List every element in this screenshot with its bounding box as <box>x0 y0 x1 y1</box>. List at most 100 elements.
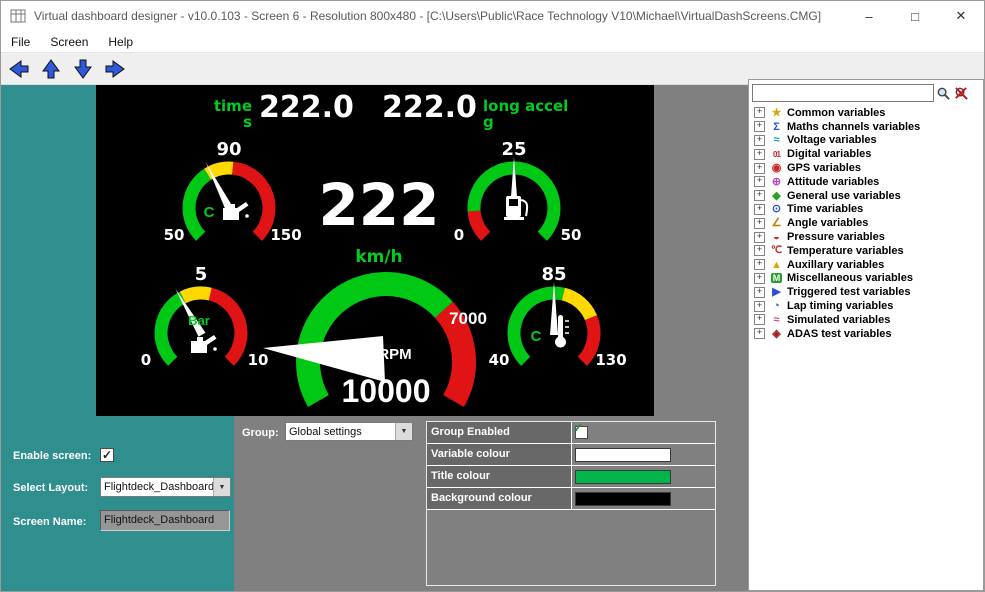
expand-icon[interactable] <box>754 190 765 201</box>
expand-icon[interactable] <box>754 287 765 298</box>
rpm-marker: 7000 <box>449 309 487 328</box>
dashboard-preview[interactable]: time s 222.0 222.0 long accel g 222 km/h… <box>96 85 654 416</box>
tree-item-attitude[interactable]: Attitude variables <box>754 175 981 189</box>
search-button[interactable] <box>934 84 952 102</box>
search-icon <box>936 86 951 101</box>
arrow-left-icon <box>7 57 31 81</box>
pressure-icon <box>769 231 784 243</box>
layout-dropdown[interactable]: Flightdeck_Dashboard <box>100 477 231 497</box>
time-icon <box>769 203 784 215</box>
expand-icon[interactable] <box>754 245 765 256</box>
tree-item-adas-test[interactable]: ADAS test variables <box>754 327 981 341</box>
app-window: Virtual dashboard designer - v10.0.103 -… <box>0 0 985 592</box>
property-row-title-colour: Title colour <box>427 466 715 488</box>
expand-icon[interactable] <box>754 218 765 229</box>
miscellaneous-icon <box>769 272 784 284</box>
time-label: time s <box>196 98 252 130</box>
expand-icon[interactable] <box>754 301 765 312</box>
arrow-down-icon <box>71 57 95 81</box>
menu-help[interactable]: Help <box>98 35 143 49</box>
property-value <box>572 422 715 443</box>
property-value <box>572 466 715 487</box>
general-use-icon <box>769 190 784 202</box>
tree-item-simulated[interactable]: Simulated variables <box>754 313 981 327</box>
property-name: Background colour <box>427 488 572 509</box>
expand-icon[interactable] <box>754 259 765 270</box>
group-enabled-checkbox[interactable] <box>575 426 588 439</box>
tree-item-maths[interactable]: Maths channels variables <box>754 120 981 134</box>
expand-icon[interactable] <box>754 149 765 160</box>
search-input[interactable] <box>752 84 934 102</box>
accel-value: 222.0 <box>382 90 476 125</box>
tree-item-voltage[interactable]: Voltage variables <box>754 134 981 148</box>
tree-item-digital[interactable]: Digital variables <box>754 147 981 161</box>
variables-panel: Common variables Maths channels variable… <box>748 79 984 591</box>
expand-icon[interactable] <box>754 232 765 243</box>
voltage-icon <box>769 134 784 146</box>
nav-right-button[interactable] <box>101 55 129 83</box>
title-colour-swatch[interactable] <box>575 470 671 484</box>
menu-file[interactable]: File <box>1 35 40 49</box>
chevron-down-icon[interactable] <box>213 478 230 496</box>
app-icon <box>10 8 26 24</box>
expand-icon[interactable] <box>754 204 765 215</box>
tree-item-miscellaneous[interactable]: Miscellaneous variables <box>754 272 981 286</box>
nav-up-button[interactable] <box>37 55 65 83</box>
group-label: Group: <box>242 427 279 439</box>
select-layout-label: Select Layout: <box>13 482 88 494</box>
tree-item-lap-timing[interactable]: Lap timing variables <box>754 299 981 313</box>
tree-item-auxillary[interactable]: Auxillary variables <box>754 258 981 272</box>
tree-item-label: ADAS test variables <box>787 328 892 340</box>
background-colour-swatch[interactable] <box>575 492 671 506</box>
gps-icon <box>769 162 784 174</box>
tree-item-temperature[interactable]: Temperature variables <box>754 244 981 258</box>
maximize-button[interactable]: □ <box>892 1 938 31</box>
nav-down-button[interactable] <box>69 55 97 83</box>
expand-icon[interactable] <box>754 107 765 118</box>
tree-item-pressure[interactable]: Pressure variables <box>754 230 981 244</box>
auxillary-icon <box>769 259 784 271</box>
chevron-down-icon[interactable] <box>395 423 412 440</box>
expand-icon[interactable] <box>754 273 765 284</box>
variable-colour-swatch[interactable] <box>575 448 671 462</box>
expand-icon[interactable] <box>754 135 765 146</box>
tree-item-triggered-test[interactable]: Triggered test variables <box>754 285 981 299</box>
accel-label: long accel g <box>483 98 573 130</box>
attitude-icon <box>769 176 784 188</box>
enable-screen-checkbox[interactable] <box>100 448 114 462</box>
maths-channels-icon <box>769 121 784 133</box>
tree-item-angle[interactable]: Angle variables <box>754 216 981 230</box>
expand-icon[interactable] <box>754 176 765 187</box>
minimize-button[interactable]: – <box>846 1 892 31</box>
tree-item-label: Temperature variables <box>787 245 904 257</box>
arrow-up-icon <box>39 57 63 81</box>
screen-name-input[interactable]: Flightdeck_Dashboard <box>100 510 230 531</box>
lap-timing-icon <box>769 300 784 312</box>
arrow-right-icon <box>103 57 127 81</box>
fuel-gauge <box>454 146 574 271</box>
nav-left-button[interactable] <box>5 55 33 83</box>
tree-item-label: Digital variables <box>787 148 871 160</box>
group-dropdown[interactable]: Global settings <box>285 422 413 441</box>
expand-icon[interactable] <box>754 163 765 174</box>
clear-search-button[interactable] <box>952 84 970 102</box>
property-row-background-colour: Background colour <box>427 488 715 510</box>
left-margin-panel <box>1 85 96 416</box>
menu-screen[interactable]: Screen <box>40 35 98 49</box>
expand-icon[interactable] <box>754 121 765 132</box>
tree-item-general-use[interactable]: General use variables <box>754 189 981 203</box>
tree-item-time[interactable]: Time variables <box>754 203 981 217</box>
window-title: Virtual dashboard designer - v10.0.103 -… <box>34 9 821 23</box>
expand-icon[interactable] <box>754 328 765 339</box>
expand-icon[interactable] <box>754 314 765 325</box>
tree-item-label: Maths channels variables <box>787 121 920 133</box>
property-name: Title colour <box>427 466 572 487</box>
tree-item-gps[interactable]: GPS variables <box>754 161 981 175</box>
tree-item-label: Common variables <box>787 107 885 119</box>
property-name: Variable colour <box>427 444 572 465</box>
property-name: Group Enabled <box>427 422 572 443</box>
water-temp-unit: C <box>531 328 542 345</box>
close-button[interactable]: ✕ <box>938 1 984 31</box>
tree-item-common[interactable]: Common variables <box>754 106 981 120</box>
tree-item-label: Attitude variables <box>787 176 879 188</box>
